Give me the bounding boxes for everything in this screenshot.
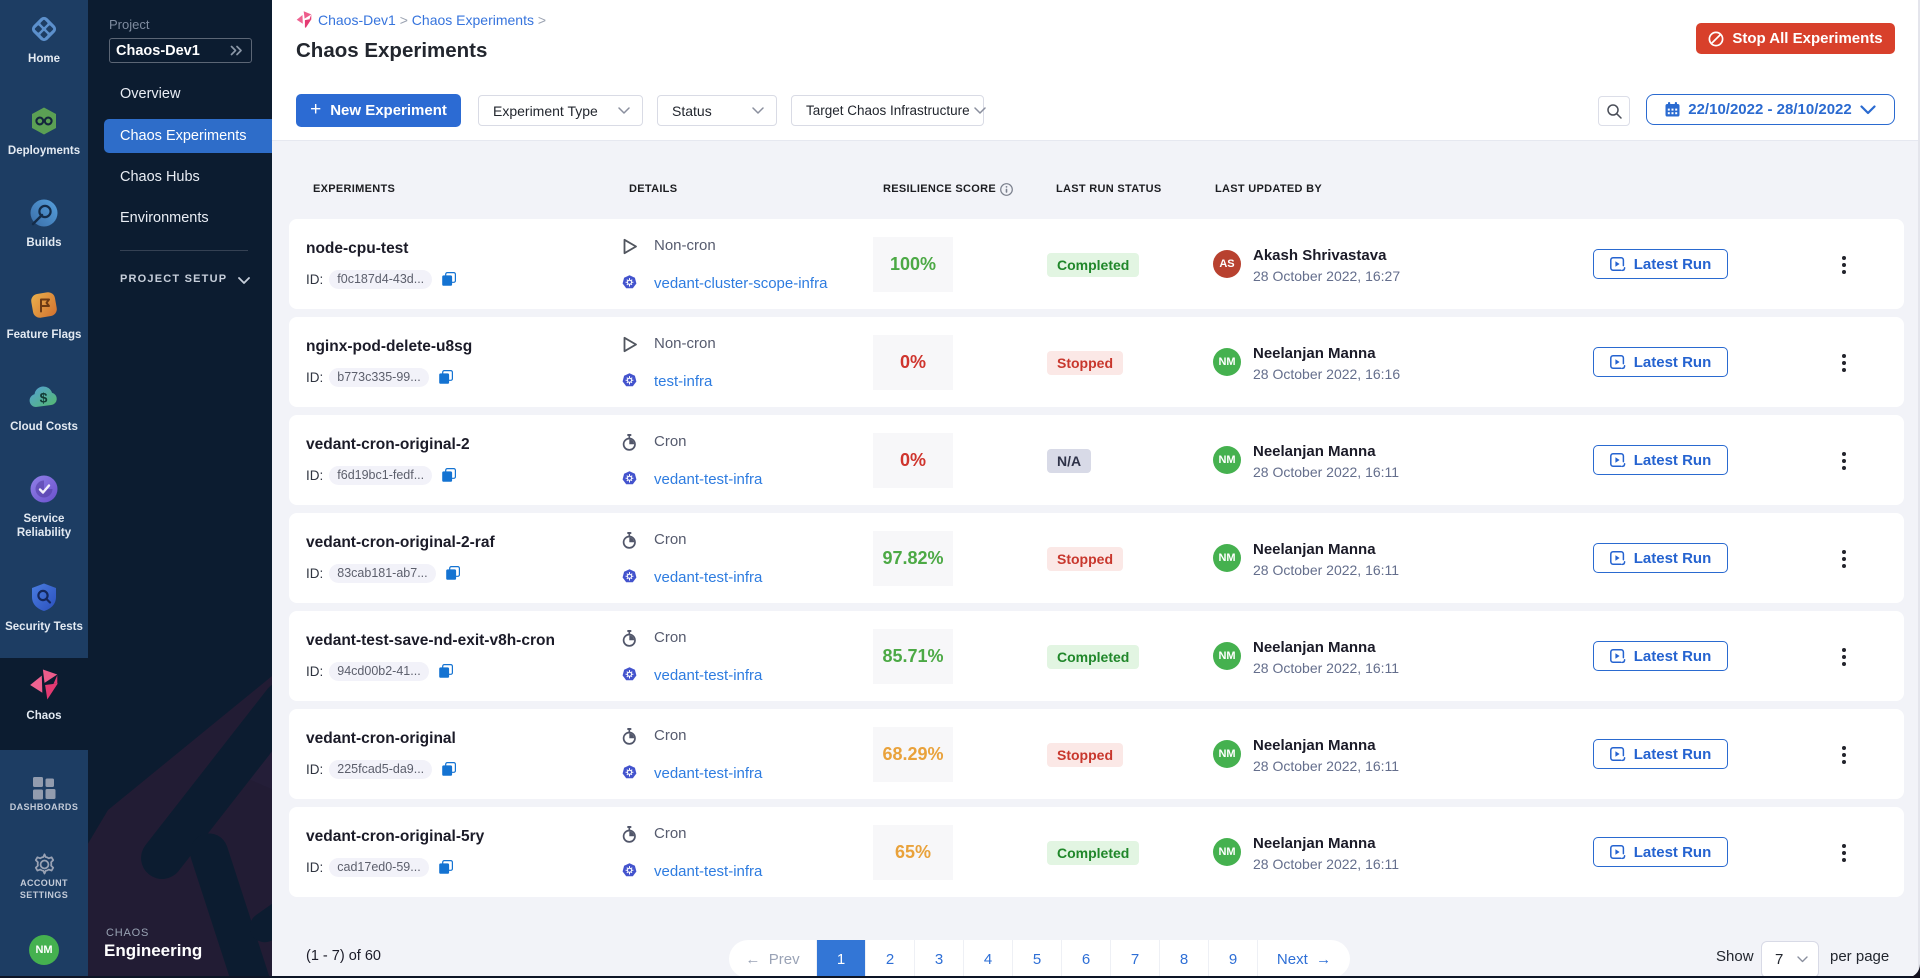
svg-text:$: $	[40, 390, 48, 406]
